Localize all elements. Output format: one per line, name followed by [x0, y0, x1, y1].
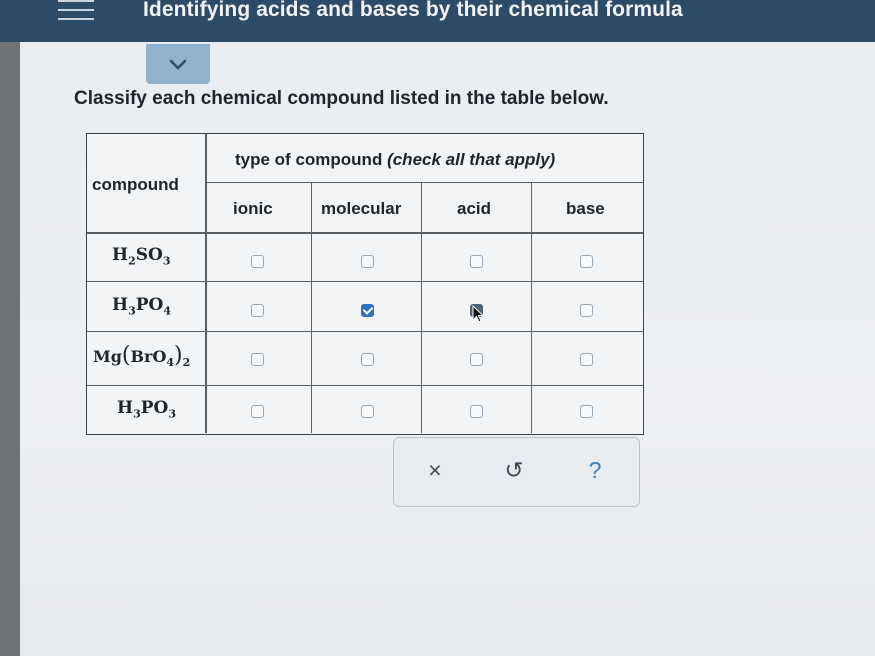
column-header-acid: acid: [457, 199, 492, 218]
checkbox-h3po3-base[interactable]: [580, 405, 593, 418]
top-bar: Identifying acids and bases by their che…: [0, 0, 875, 42]
checkbox-h2so3-acid[interactable]: [470, 255, 483, 268]
checkbox-h3po4-ionic[interactable]: [251, 304, 264, 317]
column-header-base: base: [566, 199, 605, 218]
checkbox-mgbro42-base[interactable]: [580, 353, 593, 366]
expand-button[interactable]: [146, 44, 210, 84]
column-header-molecular: molecular: [321, 199, 402, 218]
checkbox-h3po3-acid[interactable]: [470, 405, 483, 418]
chevron-down-icon: [169, 59, 187, 70]
compound-h3po3: H3PO3: [117, 398, 176, 421]
undo-button[interactable]: ↺: [499, 455, 529, 485]
checkbox-h3po4-base[interactable]: [580, 304, 593, 317]
checkbox-h2so3-ionic[interactable]: [251, 255, 264, 268]
compound-h2so3: H2SO3: [112, 245, 171, 268]
mouse-cursor-icon: [472, 305, 485, 323]
type-header-label: type of compound: [235, 150, 383, 169]
checkbox-mgbro42-ionic[interactable]: [251, 353, 264, 366]
checkbox-h2so3-molecular[interactable]: [361, 255, 374, 268]
checkbox-h3po4-molecular[interactable]: [361, 304, 374, 317]
checkbox-h3po3-molecular[interactable]: [361, 405, 374, 418]
compound-h3po4: H3PO4: [112, 295, 171, 318]
compound-mg-bro4-2: Mg(BrO4)2: [93, 343, 191, 370]
compound-header: compound: [92, 175, 179, 194]
column-header-ionic: ionic: [233, 199, 273, 218]
clear-button[interactable]: ×: [420, 455, 450, 485]
checkbox-h2so3-base[interactable]: [580, 255, 593, 268]
page-title: Identifying acids and bases by their che…: [143, 0, 683, 21]
help-button[interactable]: ?: [580, 455, 610, 485]
question-instruction: Classify each chemical compound listed i…: [74, 88, 609, 109]
hamburger-icon[interactable]: [58, 0, 94, 22]
checkbox-mgbro42-acid[interactable]: [470, 353, 483, 366]
checkbox-h3po3-ionic[interactable]: [251, 405, 264, 418]
checkbox-mgbro42-molecular[interactable]: [361, 353, 374, 366]
type-header: type of compound (check all that apply): [235, 150, 555, 170]
type-header-note: (check all that apply): [387, 150, 556, 169]
